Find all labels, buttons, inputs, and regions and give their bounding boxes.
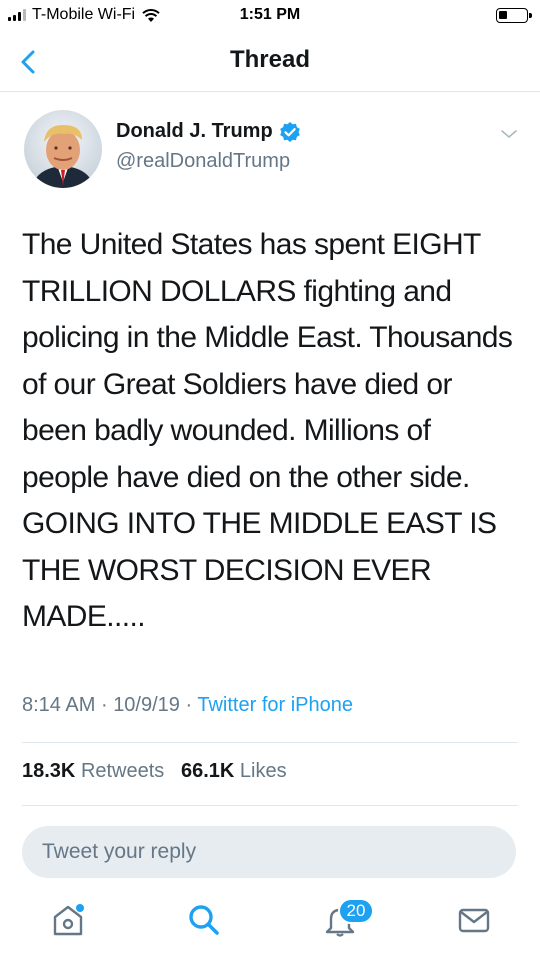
tab-bar: 20 xyxy=(0,890,540,960)
likes-count: 66.1K xyxy=(180,760,235,782)
likes-stat[interactable]: 66.1K Likes xyxy=(181,760,287,782)
likes-label: Likes xyxy=(239,760,287,782)
retweets-label: Retweets xyxy=(80,760,165,782)
status-time: 1:51 PM xyxy=(239,6,301,23)
tweet-meta: 8:14 AM · 10/9/19 · Twitter for iPhone xyxy=(22,694,353,717)
mail-icon[interactable] xyxy=(456,902,492,938)
meta-separator: · xyxy=(185,694,193,716)
meta-separator: · xyxy=(100,694,108,716)
author-row[interactable]: Donald J. Trump xyxy=(116,120,301,143)
avatar[interactable] xyxy=(24,110,102,188)
chevron-down-icon[interactable] xyxy=(500,128,518,140)
nav-bar: Thread xyxy=(0,34,540,92)
retweets-count: 18.3K xyxy=(22,760,76,782)
author-name[interactable]: Donald J. Trump xyxy=(116,120,273,143)
tweet-text: The United States has spent EIGHT TRILLI… xyxy=(22,228,513,633)
tweet-time: 8:14 AM xyxy=(22,694,96,716)
tweet-date: 10/9/19 xyxy=(113,694,180,716)
tweet-source-link[interactable]: Twitter for iPhone xyxy=(197,694,353,716)
avatar-image xyxy=(24,110,102,188)
page-title: Thread xyxy=(229,46,310,73)
divider xyxy=(22,805,518,806)
verified-badge-icon xyxy=(279,121,300,142)
author-handle[interactable]: @realDonaldTrump xyxy=(116,150,290,173)
search-icon[interactable] xyxy=(186,902,222,938)
battery-icon xyxy=(496,8,532,23)
divider xyxy=(22,742,518,743)
reply-input[interactable]: Tweet your reply xyxy=(22,826,516,878)
tweet-stats: 18.3K Retweets 66.1K Likes xyxy=(22,760,287,783)
notification-badge: 20 xyxy=(338,898,374,924)
retweets-stat[interactable]: 18.3K Retweets xyxy=(22,760,164,782)
home-icon[interactable] xyxy=(50,902,86,938)
status-bar: T-Mobile Wi-Fi 1:51 PM xyxy=(0,0,540,34)
